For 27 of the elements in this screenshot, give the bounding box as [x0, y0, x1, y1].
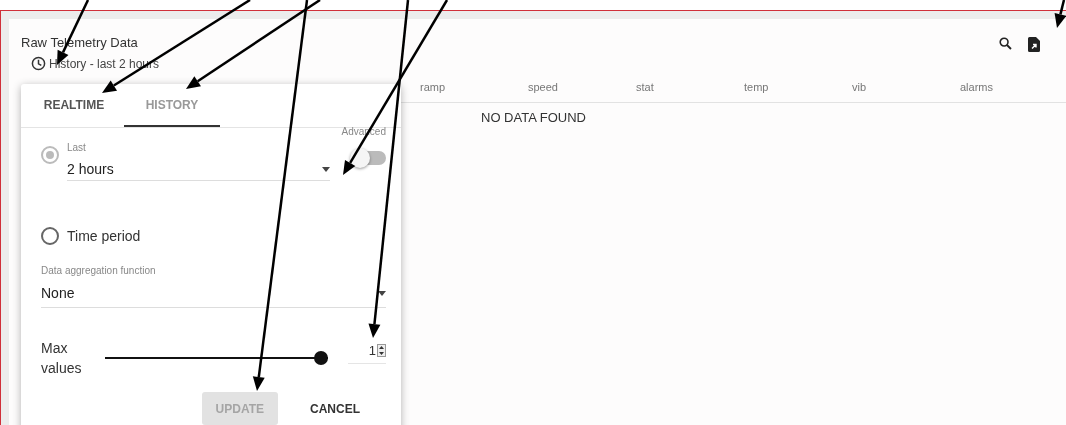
interval-select[interactable]: 2 hours	[67, 157, 330, 181]
caret-icon	[378, 290, 386, 296]
max-values-label: Max values	[41, 339, 83, 378]
field-label: Last	[67, 142, 87, 153]
advanced-toggle[interactable]	[352, 151, 386, 165]
empty-message: NO DATA FOUND	[481, 110, 586, 125]
option-label: Time period	[67, 228, 141, 244]
tab[interactable]: REALTIME	[26, 84, 122, 127]
aggregation-select[interactable]: None	[41, 279, 386, 308]
field-label: Data aggregation function	[41, 265, 157, 276]
slider-thumb[interactable]	[314, 351, 328, 365]
clock-icon	[31, 56, 46, 71]
column-header: alarms	[960, 81, 994, 93]
column-header: vib	[852, 81, 868, 93]
file-export-icon[interactable]	[1028, 37, 1040, 52]
caret-icon	[322, 166, 330, 172]
radio-button[interactable]	[41, 227, 59, 245]
spinner-icon	[377, 344, 386, 357]
column-header: temp	[744, 81, 770, 93]
column-header: ramp	[420, 81, 447, 93]
column-header: stat	[636, 81, 655, 93]
column-header: speed	[528, 81, 559, 93]
number-field[interactable]: 1	[348, 338, 386, 364]
annotation-arrow	[1054, 0, 1066, 28]
search-icon[interactable]	[999, 37, 1012, 50]
radio-button[interactable]	[41, 146, 59, 164]
cancel-button[interactable]: CANCEL	[296, 392, 374, 425]
